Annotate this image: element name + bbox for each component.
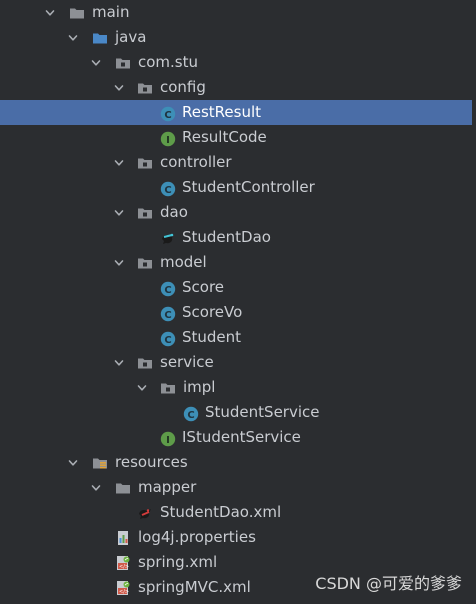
tree-label-mapper: mapper (138, 478, 197, 496)
expand-arrow-icon[interactable] (114, 208, 124, 218)
class-icon: C (160, 180, 176, 197)
tree-label-student-controller: StudentController (182, 178, 315, 196)
interface-icon: I (160, 430, 176, 447)
tree-row-com-stu[interactable]: com.stu (0, 50, 476, 75)
class-icon: C (183, 405, 199, 422)
expand-arrow-icon[interactable] (114, 158, 124, 168)
spring-xml-icon (115, 555, 131, 571)
expand-arrow-icon[interactable] (45, 8, 55, 18)
tree-label-controller: controller (160, 153, 232, 171)
vertical-scrollbar[interactable] (472, 0, 476, 604)
tree-label-model: model (160, 253, 207, 271)
tree-label-config: config (160, 78, 206, 96)
svg-text:C: C (164, 335, 171, 346)
mybatis-mapper-icon (160, 230, 176, 246)
expand-arrow-icon[interactable] (114, 358, 124, 368)
tree-label-student-dao: StudentDao (182, 228, 271, 246)
tree-row-student-dao[interactable]: StudentDao (0, 225, 476, 250)
package-icon (137, 255, 153, 271)
package-icon (137, 355, 153, 371)
package-icon (137, 80, 153, 96)
tree-row-student-controller[interactable]: C StudentController (0, 175, 476, 200)
package-icon (115, 55, 131, 71)
tree-row-dao[interactable]: dao (0, 200, 476, 225)
tree-label-student-service: StudentService (205, 403, 320, 421)
tree-row-rest-result[interactable]: C RestResult (0, 100, 476, 125)
svg-text:I: I (166, 135, 170, 146)
tree-row-impl[interactable]: impl (0, 375, 476, 400)
package-icon (137, 155, 153, 171)
svg-text:C: C (164, 185, 171, 196)
interface-icon: I (160, 130, 176, 147)
tree-label-log4j-properties: log4j.properties (138, 528, 256, 546)
svg-text:C: C (164, 110, 171, 121)
class-icon: C (160, 330, 176, 347)
tree-row-resources[interactable]: resources (0, 450, 476, 475)
tree-label-student-dao-xml: StudentDao.xml (160, 503, 282, 521)
class-icon: C (160, 280, 176, 297)
resources-folder-icon (92, 455, 108, 471)
tree-label-result-code: ResultCode (182, 128, 267, 146)
watermark: CSDN @可爱的爹爹 (315, 574, 462, 593)
tree-label-istudent-service: IStudentService (182, 428, 301, 446)
expand-arrow-icon[interactable] (114, 83, 124, 93)
properties-file-icon (115, 530, 131, 546)
tree-row-result-code[interactable]: I ResultCode (0, 125, 476, 150)
tree-row-mapper[interactable]: mapper (0, 475, 476, 500)
svg-text:I: I (166, 435, 170, 446)
spring-xml-icon (115, 580, 131, 596)
svg-text:C: C (164, 285, 171, 296)
expand-arrow-icon[interactable] (91, 483, 101, 493)
tree-label-service: service (160, 353, 214, 371)
tree-row-model[interactable]: model (0, 250, 476, 275)
tree-label-spring-xml: spring.xml (138, 553, 218, 571)
package-icon (160, 380, 176, 396)
tree-label-score-vo: ScoreVo (182, 303, 243, 321)
tree-label-java: java (115, 28, 147, 46)
tree-label-dao: dao (160, 203, 188, 221)
source-folder-icon (92, 30, 108, 46)
project-tree: main java com.stu config C RestResult I … (0, 0, 476, 600)
tree-label-student: Student (182, 328, 242, 346)
tree-label-main: main (92, 3, 130, 21)
tree-label-com-stu: com.stu (138, 53, 199, 71)
tree-row-config[interactable]: config (0, 75, 476, 100)
tree-label-spring-mvc-xml: springMVC.xml (138, 578, 251, 596)
expand-arrow-icon[interactable] (68, 458, 78, 468)
tree-label-impl: impl (183, 378, 216, 396)
folder-icon (69, 5, 85, 21)
tree-label-rest-result: RestResult (182, 103, 262, 121)
tree-row-log4j-properties[interactable]: log4j.properties (0, 525, 476, 550)
tree-row-student[interactable]: C Student (0, 325, 476, 350)
tree-row-controller[interactable]: controller (0, 150, 476, 175)
folder-icon (115, 480, 131, 496)
tree-row-student-service[interactable]: C StudentService (0, 400, 476, 425)
expand-arrow-icon[interactable] (68, 33, 78, 43)
class-icon: C (160, 305, 176, 322)
tree-row-java[interactable]: java (0, 25, 476, 50)
svg-text:C: C (187, 410, 194, 421)
expand-arrow-icon[interactable] (137, 383, 147, 393)
tree-row-main[interactable]: main (0, 0, 476, 25)
tree-label-resources: resources (115, 453, 188, 471)
package-icon (137, 205, 153, 221)
svg-text:C: C (164, 310, 171, 321)
expand-arrow-icon[interactable] (114, 258, 124, 268)
tree-row-score-vo[interactable]: C ScoreVo (0, 300, 476, 325)
tree-row-student-dao-xml[interactable]: StudentDao.xml (0, 500, 476, 525)
expand-arrow-icon[interactable] (91, 58, 101, 68)
tree-row-istudent-service[interactable]: I IStudentService (0, 425, 476, 450)
tree-label-score: Score (182, 278, 225, 296)
class-icon: C (160, 105, 176, 122)
tree-row-score[interactable]: C Score (0, 275, 476, 300)
tree-row-service[interactable]: service (0, 350, 476, 375)
mybatis-xml-icon (137, 505, 153, 521)
